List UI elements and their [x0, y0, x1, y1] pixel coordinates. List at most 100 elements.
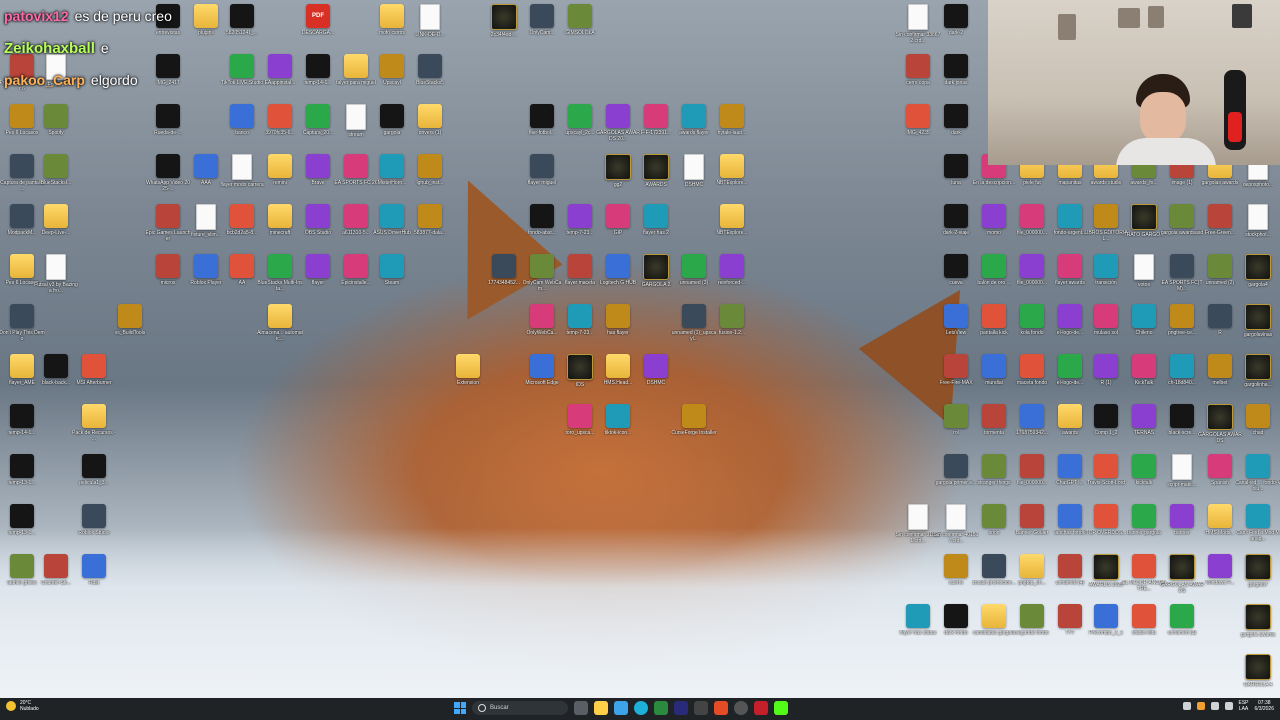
media-encoder-icon[interactable]	[694, 701, 708, 715]
desktop-icon[interactable]: gargola7	[1236, 554, 1280, 604]
pdf-icon: PDF	[306, 4, 330, 28]
desktop-icon[interactable]: Rueda-de-...	[146, 104, 190, 154]
desktop-icon[interactable]: unnamed (3)	[1160, 604, 1204, 654]
desktop-icon[interactable]: Steam	[370, 254, 414, 304]
desktop-icon[interactable]: chad	[1236, 404, 1280, 454]
premiere-icon[interactable]	[674, 701, 688, 715]
desktop-icon-label: LINK-DE-D...	[415, 32, 445, 38]
desktop-icon[interactable]: Deep-Live-...	[34, 204, 78, 254]
chat-username: pakoo_Carp	[4, 72, 85, 88]
desktop-icon[interactable]: stockphot...	[1236, 204, 1280, 254]
desktop-icon-label: Canal-vid ... fondo-Volu...	[1235, 480, 1280, 492]
image-icon	[1058, 454, 1082, 478]
obs-icon[interactable]	[734, 701, 748, 715]
desktop-icon[interactable]: temp-13-1...	[0, 454, 44, 504]
chevron-up-icon[interactable]	[1182, 702, 1191, 710]
app-icon	[380, 204, 404, 228]
desktop-icon[interactable]: reinforced-...	[710, 254, 754, 304]
tiktok-icon	[606, 404, 630, 428]
language-indicator[interactable]: ESP LAA	[1239, 700, 1249, 712]
desktop-icon[interactable]: GARGOLA 4	[1236, 654, 1280, 704]
desktop-icon[interactable]: NBTExplore...	[710, 154, 754, 204]
desktop-icon[interactable]: Extension	[446, 354, 490, 404]
tray-app-icon[interactable]	[1196, 702, 1205, 710]
image-icon	[1131, 204, 1157, 230]
desktop-icon[interactable]: Roblox Studio	[72, 504, 116, 554]
desktop-icon[interactable]: NBTExplore...	[710, 204, 754, 254]
desktop-icon[interactable]: gargolinha...	[1236, 354, 1280, 404]
desktop-icon[interactable]: gargolavinas	[1236, 304, 1280, 354]
desktop-icon[interactable]: MSI Afterburner	[72, 354, 116, 404]
desktop-icon[interactable]: Pes 6 Locasos	[0, 104, 44, 154]
kick-icon[interactable]	[774, 701, 788, 715]
file-explorer-icon[interactable]	[594, 701, 608, 715]
folder-icon	[606, 354, 630, 378]
store-icon[interactable]	[614, 701, 628, 715]
stream-chat-overlay: patovix12 es de peru creo Zeikohaxball e…	[4, 0, 172, 96]
desktop-icon[interactable]: flayer has 2	[634, 204, 678, 254]
desktop-icon-label: GIMSOLOLA	[565, 30, 595, 36]
app-icon	[230, 254, 254, 278]
image-icon	[1245, 254, 1271, 280]
desktop-icon[interactable]: gargola awards	[1236, 604, 1280, 654]
network-icon[interactable]	[1210, 702, 1219, 710]
desktop-icon-label: Don't Play This Demo	[0, 330, 45, 342]
desktop-icon[interactable]: Canal-vid ... fondo-Volu...	[1235, 454, 1280, 504]
brave-icon[interactable]	[714, 701, 728, 715]
clock[interactable]: 07:38 6/3/2026	[1255, 700, 1274, 712]
image-icon	[982, 554, 1006, 578]
desktop-icon[interactable]: temp-14-1...	[0, 404, 44, 454]
ae-icon	[306, 254, 330, 278]
image-icon	[1132, 604, 1156, 628]
app-icon	[1170, 254, 1194, 278]
app-icon[interactable]	[754, 701, 768, 715]
taskbar-search[interactable]: Buscar	[472, 701, 568, 715]
app-icon	[492, 254, 516, 278]
desktop-icon-label: 582051241_...	[226, 30, 258, 36]
desktop-icon[interactable]: Pack de Recursos - ...	[72, 404, 116, 454]
desktop-icon[interactable]: BlueStacks5	[408, 54, 452, 104]
desktop-icon[interactable]: gargola4	[1236, 254, 1280, 304]
edge-icon[interactable]	[634, 701, 648, 715]
desktop-icon[interactable]: Rust	[72, 554, 116, 604]
streamer-body	[1116, 138, 1216, 165]
volume-icon[interactable]	[1224, 702, 1233, 710]
desktop-icon[interactable]: Don't Play This Demo	[0, 304, 45, 354]
desktop-icon[interactable]: dark-2	[934, 4, 978, 54]
excel-icon[interactable]	[654, 701, 668, 715]
desktop-icon[interactable]: pelicula1_3...	[72, 454, 116, 504]
desktop-icon[interactable]: flayer miguel	[520, 154, 564, 204]
desktop-icon[interactable]: lghub_inst...	[408, 154, 452, 204]
desktop-icon[interactable]: GIMSOLOLA	[558, 4, 602, 54]
image-icon	[1208, 354, 1232, 378]
desktop-icon[interactable]: fusion-1.2...	[710, 304, 754, 354]
desktop-icon[interactable]: CurseForge Installer	[671, 404, 717, 454]
desktop-icon[interactable]: Futsal v3 by Bazinga fro...	[34, 254, 78, 304]
desktop-icon[interactable]: 582051241_...	[220, 4, 264, 54]
desktop-icon[interactable]: tiktok-icon...	[596, 404, 640, 454]
desktop-icon[interactable]: dark	[934, 104, 978, 154]
chat-message: Zeikohaxball e	[4, 32, 172, 64]
desktop-icon[interactable]: hytale-laun...	[710, 104, 754, 154]
obs-icon	[306, 204, 330, 228]
desktop-icon[interactable]: dark jonas	[934, 54, 978, 104]
desktop-icon[interactable]: temp-13-1...	[0, 504, 44, 554]
desktop-icon[interactable]: Can't Find a Mod Manag...	[1236, 504, 1280, 554]
desktop-icon-label: gargolavinas	[1243, 332, 1273, 338]
start-button[interactable]	[454, 702, 466, 714]
image-icon	[1094, 404, 1118, 428]
desktop-icon[interactable]: Almacena... automatic...	[257, 304, 303, 354]
desktop-icon[interactable]: 583877-dala...	[408, 204, 452, 254]
image-icon	[982, 404, 1006, 428]
task-view-icon[interactable]	[574, 701, 588, 715]
desktop-icon[interactable]: vs_BuildTools	[108, 304, 152, 354]
weather-widget[interactable]: 20°C Nublado	[6, 700, 39, 712]
desktop-icon[interactable]: DSHMC	[634, 354, 678, 404]
desktop-icon[interactable]: PDF DESCARGA...	[296, 4, 340, 54]
desktop-icon[interactable]: LINK-DE-D...	[408, 4, 452, 54]
desktop-icon[interactable]: BlueStacksI...	[34, 154, 78, 204]
desktop-icon[interactable]: drivers (1)	[408, 104, 452, 154]
desktop-icon[interactable]: has flayer	[596, 304, 640, 354]
image-icon	[1208, 554, 1232, 578]
image-icon	[530, 204, 554, 228]
